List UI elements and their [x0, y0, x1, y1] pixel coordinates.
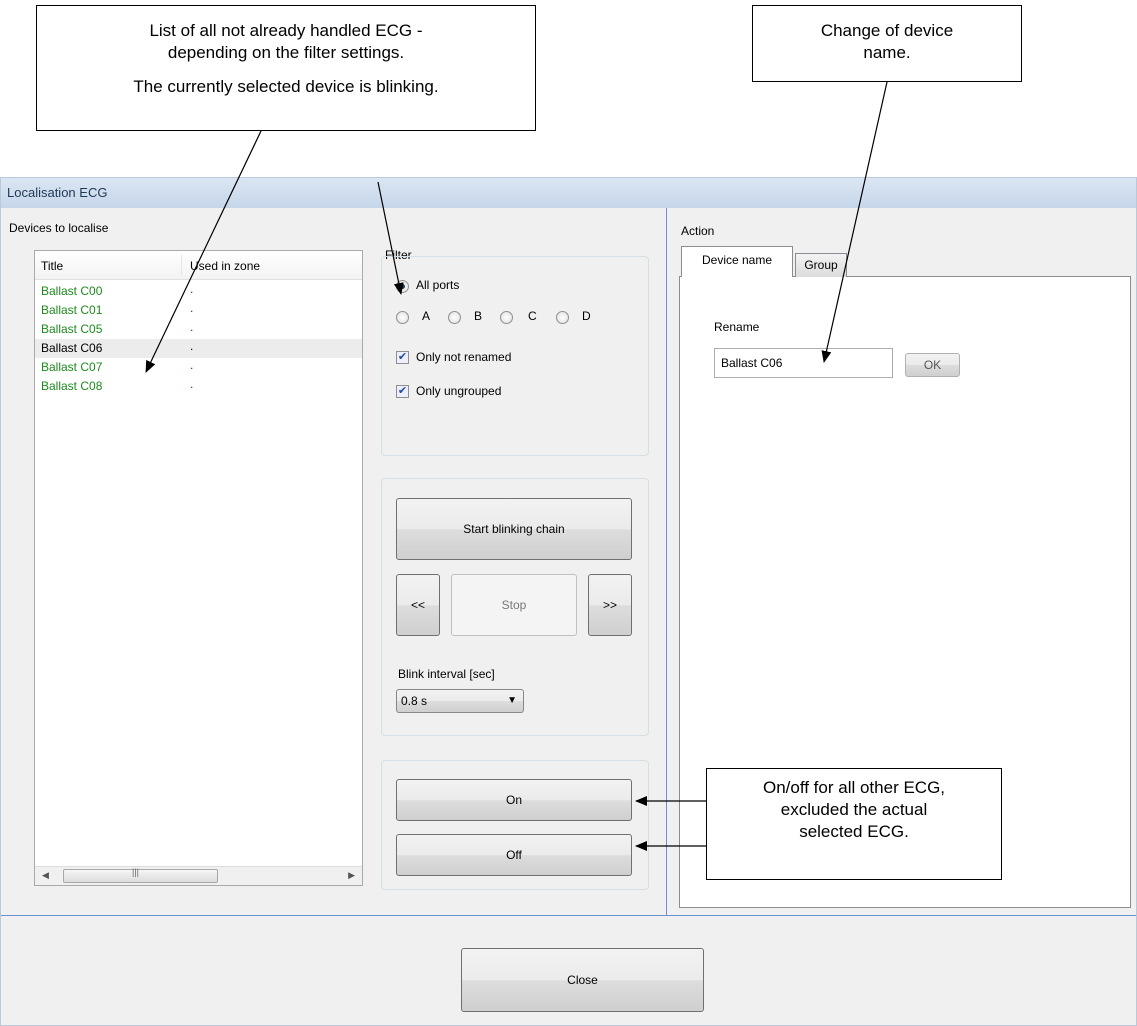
- arrow-to-rename: [821, 81, 888, 363]
- arrow-to-filter: [377, 181, 404, 295]
- annotation-arrows: [145, 81, 888, 851]
- arrow-to-selected-device: [145, 130, 262, 373]
